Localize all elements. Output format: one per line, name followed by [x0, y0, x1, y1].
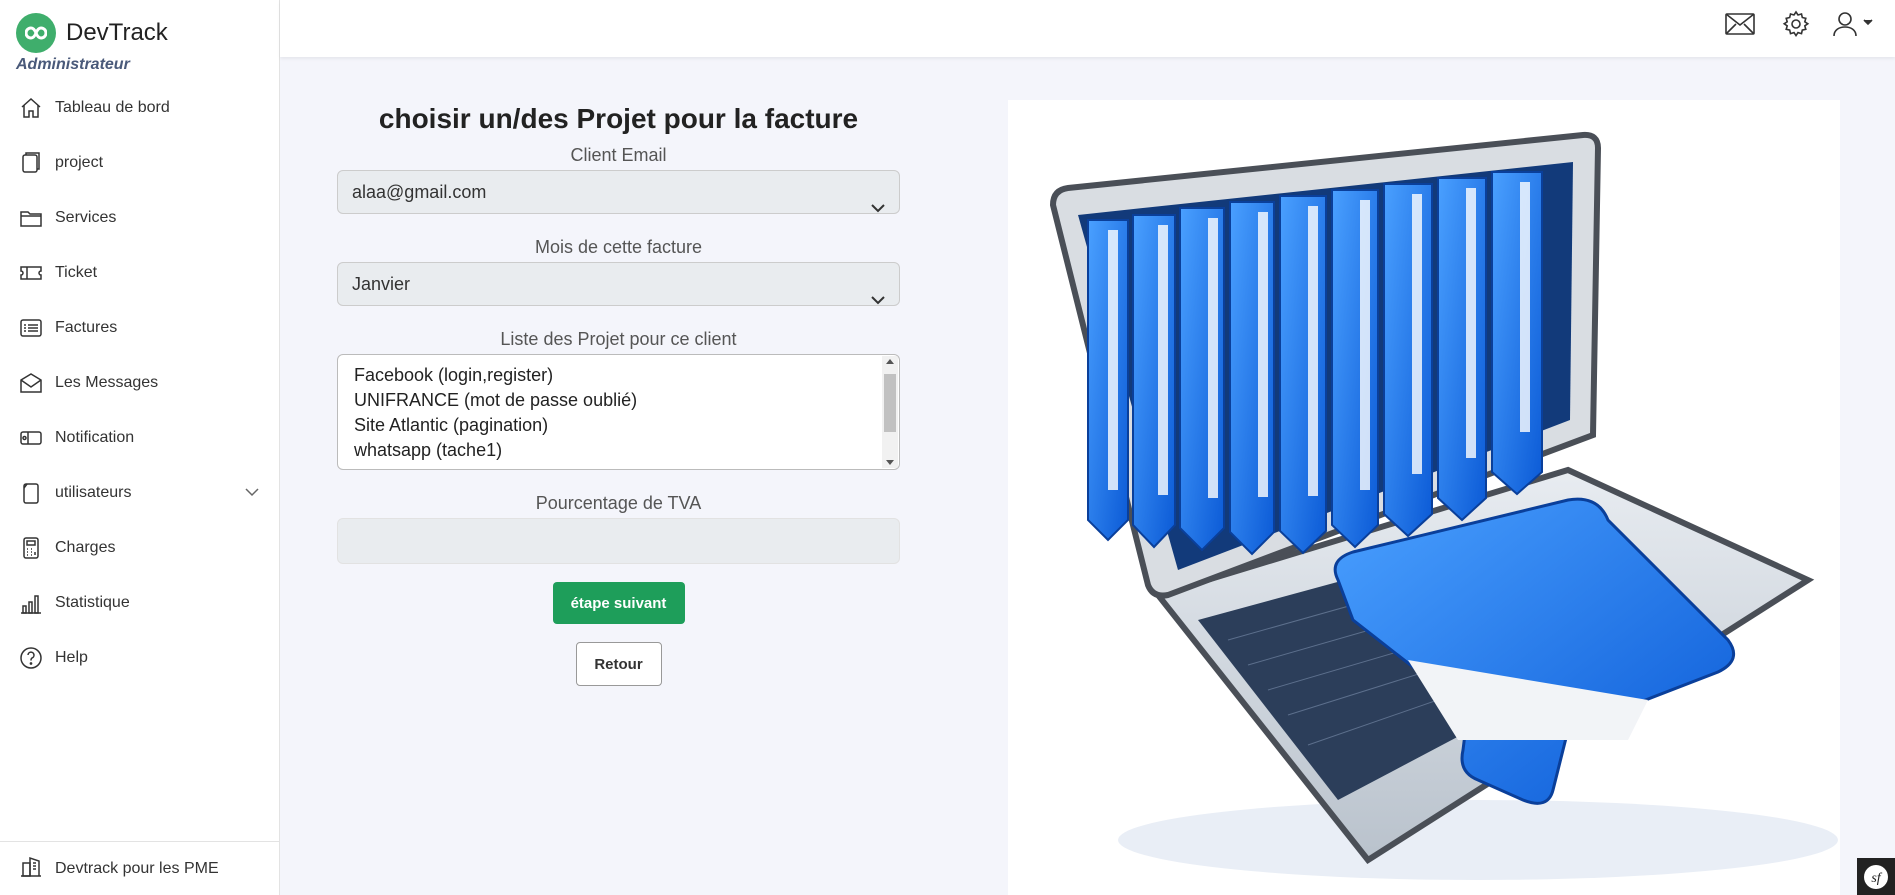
document-icon — [20, 151, 42, 174]
question-icon — [20, 646, 42, 669]
sidebar-item-factures[interactable]: Factures — [0, 300, 279, 355]
projects-scrollbar[interactable] — [882, 356, 898, 468]
projects-multiselect[interactable]: Facebook (login,register) UNIFRANCE (mot… — [337, 354, 900, 470]
laptop-folders-image — [1049, 131, 1838, 880]
user-role: Administrateur — [16, 56, 130, 73]
client-email-select[interactable]: alaa@gmail.com — [337, 170, 900, 214]
sidebar-item-label: utilisateurs — [55, 483, 132, 501]
month-value: Janvier — [352, 274, 411, 294]
sidebar-item-label: Charges — [55, 538, 116, 556]
sidebar-item-label: project — [55, 153, 104, 171]
invoice-project-form: choisir un/des Projet pour la facture Cl… — [337, 98, 900, 686]
sidebar-item-label: Les Messages — [55, 373, 159, 391]
laptop-folders-illustration — [1008, 100, 1840, 895]
page-title: choisir un/des Projet pour la facture — [378, 103, 859, 134]
sidebar-item-label: Services — [55, 208, 117, 226]
chevron-down-icon — [871, 186, 885, 228]
chevron-down-icon[interactable] — [245, 484, 259, 502]
top-header — [280, 0, 1895, 57]
project-option[interactable]: UNIFRANCE (mot de passe oublié) — [354, 388, 899, 413]
sidebar-footer-label: Devtrack pour les PME — [55, 859, 219, 877]
calculator-icon — [20, 536, 42, 559]
symfony-toolbar-icon[interactable]: sf — [1857, 858, 1895, 895]
sidebar-item-notification[interactable]: Notification — [0, 410, 279, 465]
tva-input[interactable] — [337, 518, 900, 564]
client-email-label: Client Email — [570, 145, 667, 165]
sidebar-item-label: Tableau de bord — [55, 98, 170, 116]
sidebar-item-utilisateurs[interactable]: utilisateurs — [0, 465, 279, 520]
user-icon[interactable] — [1832, 6, 1874, 42]
folder-icon — [20, 207, 42, 229]
month-label: Mois de cette facture — [534, 237, 703, 257]
sidebar-item-charges[interactable]: Charges — [0, 520, 279, 575]
sidebar-item-label: Statistique — [55, 593, 130, 611]
project-option[interactable]: Site Atlantic (pagination) — [354, 413, 899, 438]
sidebar-item-help[interactable]: Help — [0, 630, 279, 685]
scroll-up-icon[interactable] — [886, 359, 894, 364]
sidebar-footer-link[interactable]: Devtrack pour les PME — [0, 841, 279, 895]
back-button[interactable]: Retour — [575, 642, 662, 686]
sidebar-item-messages[interactable]: Les Messages — [0, 355, 279, 410]
project-option[interactable]: Facebook (login,register) — [354, 363, 899, 388]
projects-label: Liste des Projet pour ce client — [500, 329, 737, 349]
client-email-value: alaa@gmail.com — [352, 182, 487, 202]
bar-chart-icon — [20, 592, 42, 614]
sidebar-item-label: Notification — [55, 428, 135, 446]
ticket-icon — [20, 262, 42, 284]
sidebar-item-statistique[interactable]: Statistique — [0, 575, 279, 630]
scroll-down-icon[interactable] — [886, 460, 894, 465]
list-icon — [20, 317, 42, 339]
notification-icon — [20, 427, 42, 449]
chevron-down-icon — [871, 278, 885, 320]
brand[interactable]: DevTrack — [0, 0, 279, 53]
month-select[interactable]: Janvier — [337, 262, 900, 306]
sidebar-item-ticket[interactable]: Ticket — [0, 245, 279, 300]
sidebar-item-label: Factures — [55, 318, 118, 336]
envelope-icon — [20, 372, 42, 394]
brand-name: DevTrack — [66, 19, 168, 46]
next-step-button[interactable]: étape suivant — [552, 582, 685, 624]
scrollbar-thumb[interactable] — [884, 374, 896, 432]
tva-label: Pourcentage de TVA — [535, 493, 702, 513]
sidebar-item-label: Ticket — [55, 263, 98, 281]
phone-icon — [20, 482, 42, 504]
sidebar-item-services[interactable]: Services — [0, 190, 279, 245]
brand-logo-icon — [16, 13, 56, 53]
sidebar-item-project[interactable]: project — [0, 135, 279, 190]
sidebar-nav: Tableau de bord project Services Ticket … — [0, 80, 279, 685]
project-option[interactable]: whatsapp (tache1) — [354, 438, 899, 463]
sidebar: DevTrack Administrateur Tableau de bord … — [0, 0, 280, 895]
gear-icon[interactable] — [1778, 6, 1814, 42]
sidebar-item-tableau-de-bord[interactable]: Tableau de bord — [0, 80, 279, 135]
mail-icon[interactable] — [1722, 6, 1758, 42]
home-icon — [20, 97, 42, 119]
building-icon — [20, 855, 42, 882]
sidebar-item-label: Help — [55, 648, 88, 666]
